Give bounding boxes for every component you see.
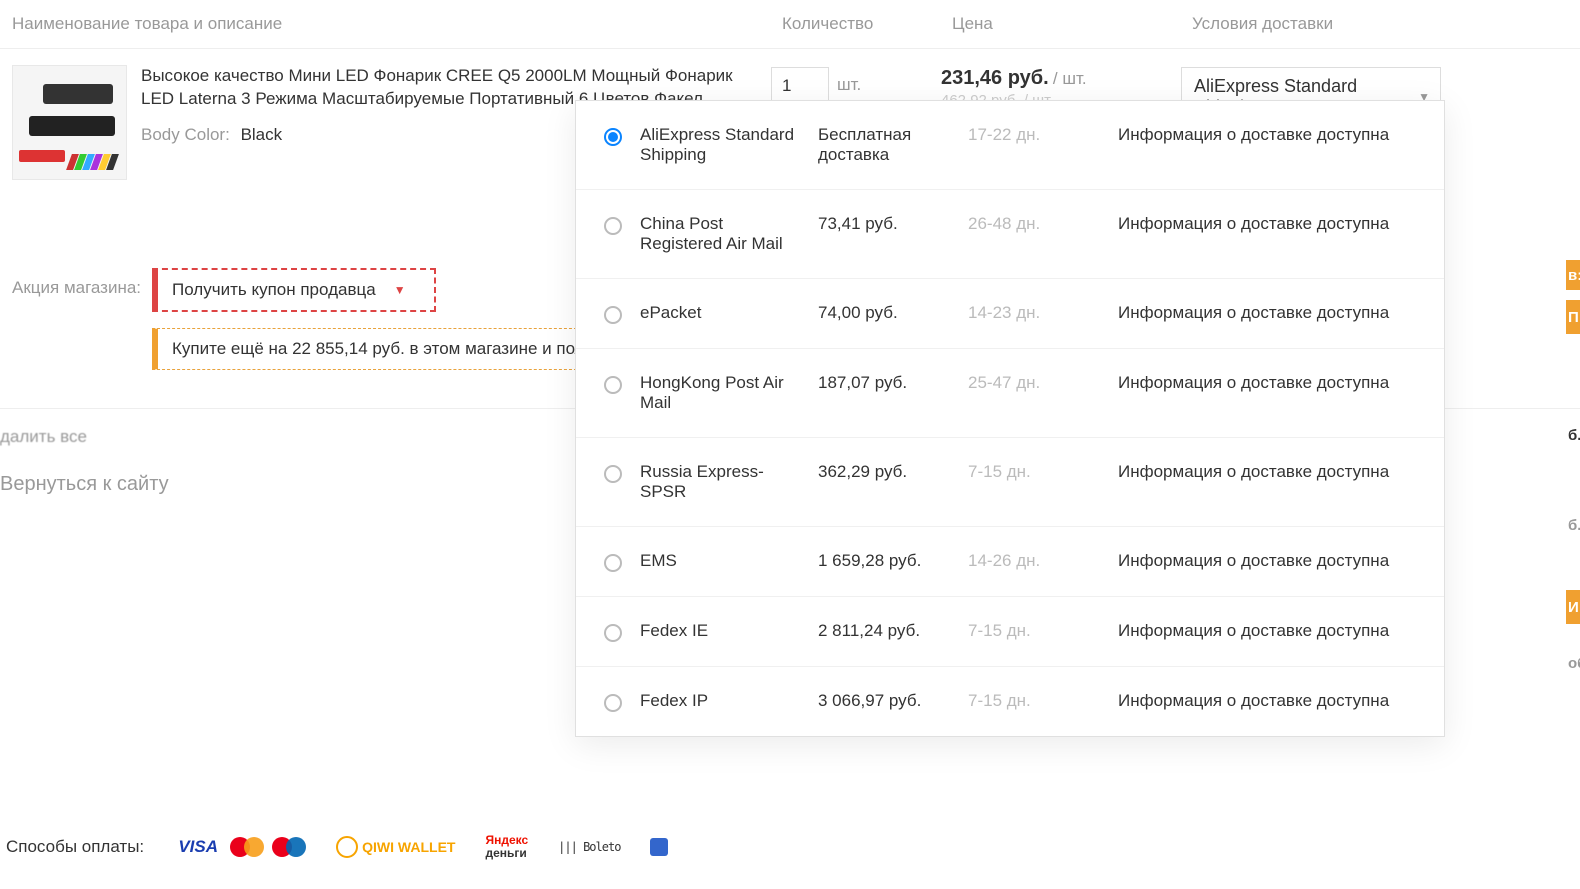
column-header-row: Наименование товара и описание Количеств… (0, 0, 1580, 49)
column-header-shipping: Условия доставки (1192, 14, 1568, 34)
shipping-option-row[interactable]: Fedex IP3 066,97 руб.7-15 дн.Информация … (576, 667, 1444, 736)
quantity-unit: шт. (837, 67, 861, 95)
price-value: 231,46 руб. (941, 67, 1049, 89)
qiwi-wallet-icon: QIWI WALLET (336, 836, 455, 858)
sidebar-fragment: П (1566, 300, 1580, 334)
radio-icon[interactable] (604, 306, 622, 324)
shipping-option-price: 1 659,28 руб. (818, 551, 968, 571)
shipping-option-info: Информация о доставке доступна (1118, 621, 1416, 641)
shipping-option-info: Информация о доставке доступна (1118, 125, 1416, 145)
payments-label: Способы оплаты: (6, 837, 144, 857)
shipping-option-row[interactable]: AliExpress Standard ShippingБесплатная д… (576, 101, 1444, 190)
shipping-option-days: 17-22 дн. (968, 125, 1118, 145)
shipping-option-row[interactable]: Russia Express-SPSR362,29 руб.7-15 дн.Ин… (576, 438, 1444, 527)
radio-icon[interactable] (604, 465, 622, 483)
shipping-option-name: HongKong Post Air Mail (640, 373, 818, 413)
maestro-icon (272, 833, 306, 861)
column-header-price: Цена (952, 14, 1192, 34)
get-seller-coupon-button[interactable]: Получить купон продавца ▼ (152, 268, 436, 312)
promo-label: Акция магазина: (12, 268, 152, 298)
shipping-option-row[interactable]: China Post Registered Air Mail73,41 руб.… (576, 190, 1444, 279)
shipping-option-info: Информация о доставке доступна (1118, 214, 1416, 234)
shipping-option-row[interactable]: ePacket74,00 руб.14-23 дн.Информация о д… (576, 279, 1444, 349)
shipping-option-price: Бесплатная доставка (818, 125, 968, 165)
boleto-icon: ||| Boleto (558, 840, 620, 854)
caret-down-icon: ▼ (394, 283, 406, 297)
variant-value: Black (241, 125, 283, 144)
shipping-option-info: Информация о доставке доступна (1118, 373, 1416, 393)
column-header-name: Наименование товара и описание (12, 14, 782, 34)
radio-icon[interactable] (604, 217, 622, 235)
sidebar-fragment: в: (1566, 260, 1580, 290)
shipping-option-row[interactable]: EMS1 659,28 руб.14-26 дн.Информация о до… (576, 527, 1444, 597)
shipping-option-info: Информация о доставке доступна (1118, 691, 1416, 711)
shipping-option-info: Информация о доставке доступна (1118, 303, 1416, 323)
other-payment-icon (650, 838, 668, 856)
shipping-option-name: EMS (640, 551, 818, 571)
shipping-option-days: 25-47 дн. (968, 373, 1118, 393)
shipping-option-days: 7-15 дн. (968, 621, 1118, 641)
radio-icon[interactable] (604, 128, 622, 146)
visa-icon: VISA (174, 833, 222, 861)
shipping-option-days: 14-23 дн. (968, 303, 1118, 323)
shipping-option-days: 7-15 дн. (968, 691, 1118, 711)
payment-methods: Способы оплаты: VISA QIWI WALLET Яндексд… (6, 833, 668, 861)
shipping-option-name: Russia Express-SPSR (640, 462, 818, 502)
column-header-qty: Количество (782, 14, 952, 34)
shipping-option-days: 14-26 дн. (968, 551, 1118, 571)
yandex-money-icon: Яндексденьги (485, 834, 528, 859)
price-per-unit: / шт. (1053, 69, 1087, 88)
variant-label: Body Color: (141, 125, 230, 144)
shipping-option-name: Fedex IE (640, 621, 818, 641)
sidebar-fragment: об (1566, 648, 1580, 678)
shipping-option-days: 7-15 дн. (968, 462, 1118, 482)
shipping-option-price: 362,29 руб. (818, 462, 968, 482)
radio-icon[interactable] (604, 694, 622, 712)
shipping-option-name: Fedex IP (640, 691, 818, 711)
shipping-option-price: 3 066,97 руб. (818, 691, 968, 711)
shipping-options-dropdown: AliExpress Standard ShippingБесплатная д… (575, 100, 1445, 737)
spend-more-banner[interactable]: Купите ещё на 22 855,14 руб. в этом мага… (152, 328, 582, 370)
radio-icon[interactable] (604, 554, 622, 572)
shipping-option-row[interactable]: HongKong Post Air Mail187,07 руб.25-47 д… (576, 349, 1444, 438)
product-thumbnail[interactable] (12, 65, 127, 180)
shipping-option-days: 26-48 дн. (968, 214, 1118, 234)
shipping-option-name: China Post Registered Air Mail (640, 214, 818, 254)
shipping-option-name: ePacket (640, 303, 818, 323)
mastercard-icon (230, 833, 264, 861)
shipping-option-price: 73,41 руб. (818, 214, 968, 234)
shipping-option-info: Информация о доставке доступна (1118, 462, 1416, 482)
shipping-option-price: 187,07 руб. (818, 373, 968, 393)
shipping-option-price: 74,00 руб. (818, 303, 968, 323)
shipping-option-info: Информация о доставке доступна (1118, 551, 1416, 571)
radio-icon[interactable] (604, 376, 622, 394)
shipping-option-price: 2 811,24 руб. (818, 621, 968, 641)
shipping-option-name: AliExpress Standard Shipping (640, 125, 818, 165)
sidebar-fragment: б. (1566, 510, 1580, 540)
sidebar-fragment: И (1566, 590, 1580, 624)
radio-icon[interactable] (604, 624, 622, 642)
shipping-option-row[interactable]: Fedex IE2 811,24 руб.7-15 дн.Информация … (576, 597, 1444, 667)
coupon-button-label: Получить купон продавца (172, 280, 376, 300)
sidebar-fragment: б. (1566, 420, 1580, 450)
